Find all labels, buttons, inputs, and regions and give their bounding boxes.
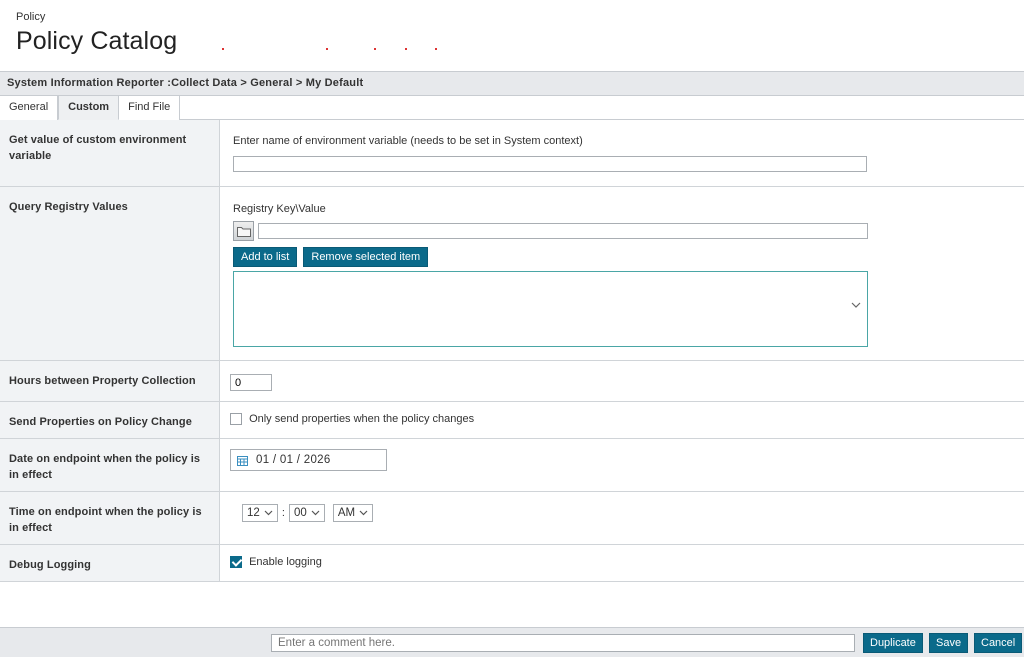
duplicate-button[interactable]: Duplicate [863, 633, 923, 653]
remove-selected-item-button[interactable]: Remove selected item [303, 247, 429, 267]
chevron-down-icon [851, 302, 861, 308]
row-registry: Query Registry Values Registry Key\Value… [0, 187, 1024, 361]
tab-general[interactable]: General [0, 96, 59, 120]
footer-bar: Duplicate Save Cancel [0, 627, 1024, 657]
date-input[interactable]: 01 / 01 / 2026 [230, 449, 387, 471]
breadcrumb[interactable]: Policy [16, 11, 1008, 23]
send-properties-checkbox[interactable] [230, 413, 242, 426]
minute-value: 00 [293, 507, 307, 519]
row-time: Time on endpoint when the policy is in e… [0, 492, 1024, 545]
cancel-button[interactable]: Cancel [974, 633, 1023, 653]
save-button[interactable]: Save [929, 633, 969, 653]
row-env-variable: Get value of custom environment variable… [0, 120, 1024, 187]
time-separator: : [281, 506, 285, 519]
hours-label: Hours between Property Collection [0, 361, 220, 401]
date-label: Date on endpoint when the policy is in e… [0, 439, 220, 491]
ampm-value: AM [337, 507, 356, 519]
browse-registry-button[interactable] [233, 221, 254, 241]
tab-find-file[interactable]: Find File [119, 96, 181, 120]
tab-bar: General Custom Find File [0, 96, 1024, 120]
row-hours: Hours between Property Collection [0, 361, 1024, 402]
env-variable-input[interactable] [233, 156, 867, 172]
policy-path-bar: System Information Reporter :Collect Dat… [0, 71, 1024, 96]
decorative-dots [220, 48, 450, 52]
hour-value: 12 [247, 507, 260, 519]
debug-logging-label: Debug Logging [0, 545, 220, 581]
hour-select[interactable]: 12 [242, 504, 278, 522]
minute-select[interactable]: 00 [288, 504, 325, 522]
folder-icon [236, 226, 251, 237]
enable-logging-checkbox-label: Enable logging [249, 556, 322, 568]
comment-input[interactable] [271, 634, 855, 652]
row-send-properties: Send Properties on Policy Change Only se… [0, 402, 1024, 439]
enable-logging-checkbox[interactable] [230, 556, 242, 569]
chevron-down-icon [264, 510, 273, 516]
registry-hint: Registry Key\Value [233, 203, 326, 215]
date-value: 01 / 01 / 2026 [256, 454, 331, 466]
chevron-down-icon [359, 510, 368, 516]
time-label: Time on endpoint when the policy is in e… [0, 492, 220, 544]
registry-list[interactable] [233, 271, 868, 347]
add-to-list-button[interactable]: Add to list [233, 247, 298, 267]
send-properties-checkbox-label: Only send properties when the policy cha… [249, 413, 475, 425]
env-variable-label: Get value of custom environment variable [0, 120, 220, 186]
registry-label: Query Registry Values [0, 187, 220, 360]
page-header: Policy Policy Catalog [0, 0, 1024, 71]
ampm-select[interactable]: AM [332, 504, 374, 522]
env-variable-hint: Enter name of environment variable (need… [233, 135, 583, 147]
calendar-icon [237, 455, 248, 466]
hours-input[interactable] [230, 374, 272, 391]
chevron-down-icon [311, 510, 320, 516]
row-debug-logging: Debug Logging Enable logging [0, 545, 1024, 582]
send-properties-label: Send Properties on Policy Change [0, 402, 220, 438]
tab-custom[interactable]: Custom [58, 96, 120, 120]
registry-key-input[interactable] [258, 223, 868, 239]
page-title: Policy Catalog [16, 27, 178, 55]
row-date: Date on endpoint when the policy is in e… [0, 439, 1024, 492]
